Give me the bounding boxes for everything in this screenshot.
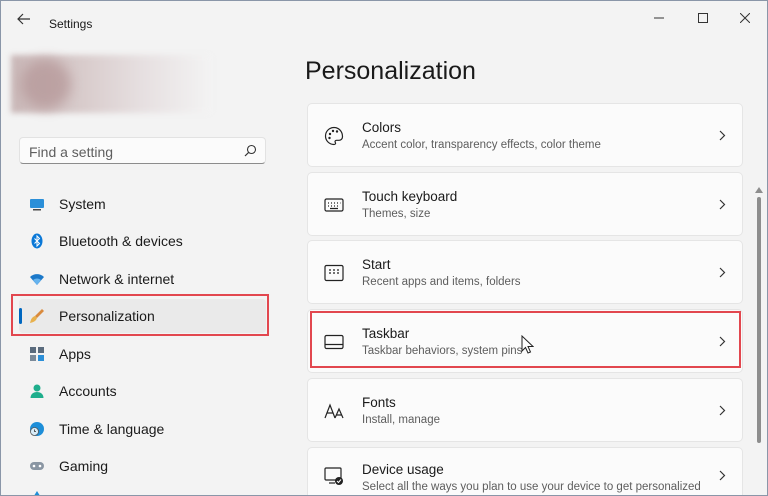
card-colors[interactable]: Colors Accent color, transparency effect… bbox=[307, 103, 743, 167]
fonts-icon bbox=[324, 403, 344, 419]
search-icon[interactable] bbox=[244, 144, 257, 157]
card-subtitle: Recent apps and items, folders bbox=[362, 276, 521, 288]
close-icon bbox=[740, 13, 750, 23]
sidebar-item-label: Accounts bbox=[59, 383, 117, 399]
minimize-button[interactable] bbox=[637, 5, 681, 31]
search-placeholder: Find a setting bbox=[29, 144, 114, 160]
system-icon bbox=[30, 199, 44, 211]
sidebar-item-label: System bbox=[59, 196, 106, 212]
card-subtitle: Accent color, transparency effects, colo… bbox=[362, 139, 601, 151]
sidebar-item-label: Gaming bbox=[59, 458, 109, 474]
card-title: Touch keyboard bbox=[362, 189, 458, 204]
sidebar-item-network-internet[interactable]: Network & internet bbox=[19, 262, 266, 296]
sidebar-item-label: Apps bbox=[59, 346, 91, 362]
device-usage-icon bbox=[324, 467, 343, 485]
card-subtitle: Select all the ways you plan to use your… bbox=[362, 481, 701, 493]
bluetooth-icon bbox=[31, 233, 43, 249]
partial-item-icon bbox=[34, 491, 40, 495]
search-input[interactable]: Find a setting bbox=[19, 137, 266, 164]
card-title: Colors bbox=[362, 120, 402, 135]
card-fonts[interactable]: Fonts Install, manage bbox=[307, 378, 743, 442]
card-start[interactable]: Start Recent apps and items, folders bbox=[307, 240, 743, 304]
chevron-right-icon bbox=[719, 405, 726, 416]
card-title: Start bbox=[362, 257, 391, 272]
chevron-right-icon bbox=[719, 470, 726, 481]
card-title: Fonts bbox=[362, 395, 396, 410]
sidebar-item-label: Network & internet bbox=[59, 271, 175, 287]
title-bar: Settings bbox=[1, 1, 767, 35]
maximize-button[interactable] bbox=[681, 5, 725, 31]
sidebar-item-label: Bluetooth & devices bbox=[59, 233, 183, 249]
chevron-right-icon bbox=[719, 130, 726, 141]
palette-icon bbox=[324, 126, 344, 146]
sidebar-item-system[interactable]: System bbox=[19, 187, 266, 221]
maximize-icon bbox=[698, 13, 708, 23]
accounts-icon bbox=[30, 384, 44, 398]
back-button[interactable] bbox=[11, 9, 37, 29]
window-title: Settings bbox=[49, 17, 93, 31]
sidebar-item-apps[interactable]: Apps bbox=[19, 337, 266, 371]
gamepad-icon bbox=[30, 462, 44, 470]
back-arrow-icon bbox=[17, 13, 30, 25]
start-icon bbox=[324, 264, 344, 282]
card-touch-keyboard[interactable]: Touch keyboard Themes, size bbox=[307, 172, 743, 236]
sidebar-item-time-language[interactable]: Time & language bbox=[19, 412, 266, 446]
mouse-cursor-icon bbox=[521, 335, 534, 354]
close-button[interactable] bbox=[723, 5, 767, 31]
chevron-right-icon bbox=[719, 267, 726, 278]
keyboard-icon bbox=[324, 198, 344, 212]
globe-clock-icon bbox=[30, 422, 44, 436]
sidebar-item-bluetooth-devices[interactable]: Bluetooth & devices bbox=[19, 224, 266, 258]
scroll-up-icon[interactable] bbox=[755, 187, 763, 193]
card-title: Device usage bbox=[362, 462, 444, 477]
sidebar-item-partial[interactable] bbox=[19, 487, 266, 495]
settings-window: Settings Find a setting System Bluetooth… bbox=[0, 0, 768, 496]
sidebar-item-gaming[interactable]: Gaming bbox=[19, 449, 266, 483]
card-device-usage[interactable]: Device usage Select all the ways you pla… bbox=[307, 447, 743, 495]
card-subtitle: Install, manage bbox=[362, 414, 440, 426]
sidebar-item-label: Time & language bbox=[59, 421, 165, 437]
page-title: Personalization bbox=[305, 57, 476, 85]
avatar[interactable] bbox=[21, 59, 71, 109]
wifi-icon bbox=[30, 274, 44, 285]
highlight-box-personalization bbox=[11, 294, 269, 336]
chevron-right-icon bbox=[719, 199, 726, 210]
card-subtitle: Themes, size bbox=[362, 208, 431, 220]
sidebar-item-accounts[interactable]: Accounts bbox=[19, 374, 266, 408]
scrollbar-thumb[interactable] bbox=[757, 197, 761, 443]
minimize-icon bbox=[654, 17, 664, 19]
apps-icon bbox=[30, 347, 44, 361]
